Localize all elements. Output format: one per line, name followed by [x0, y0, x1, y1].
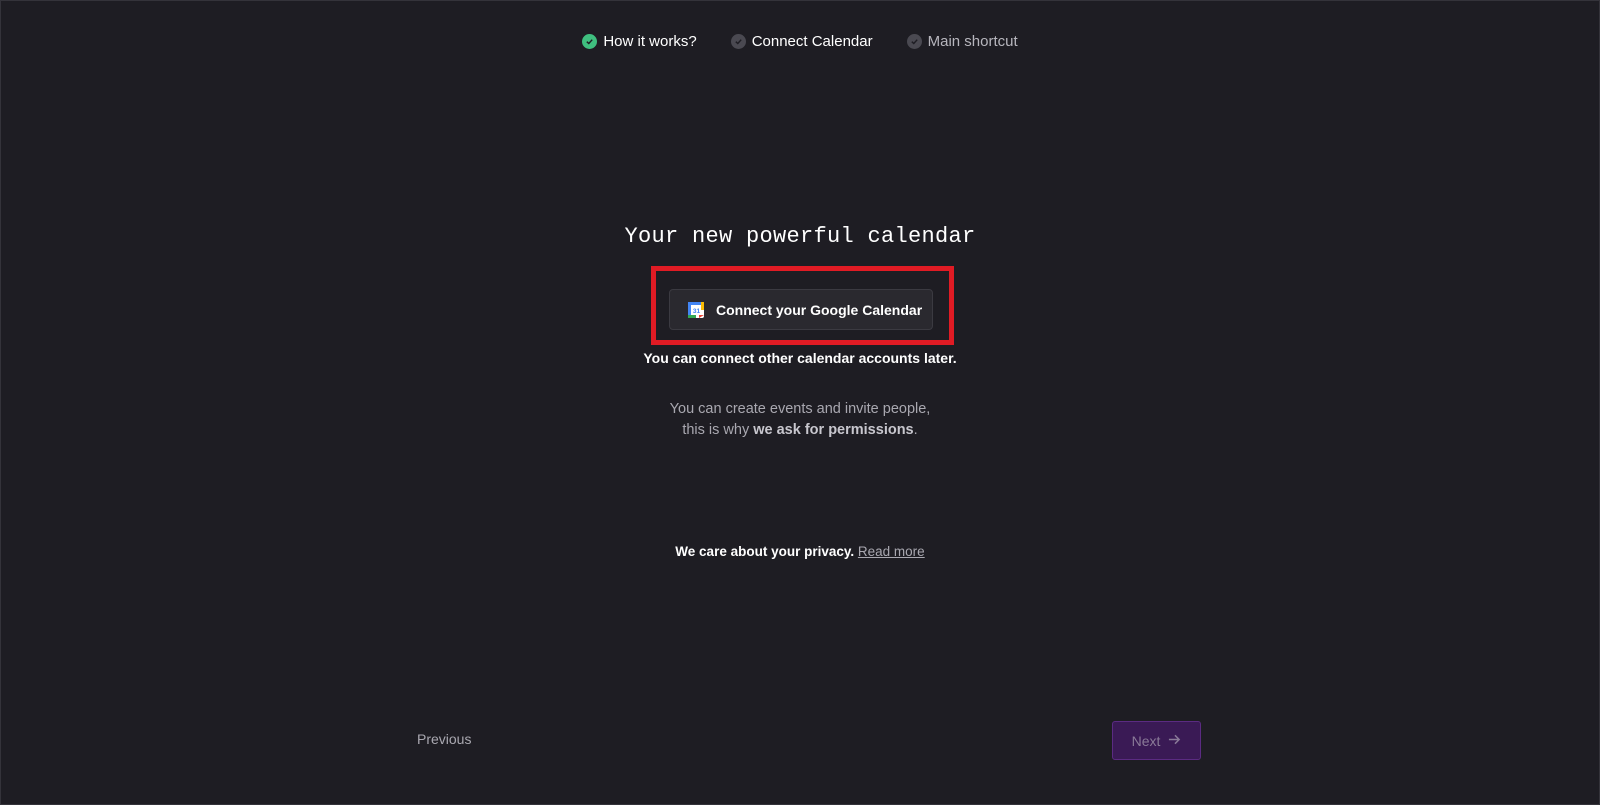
- google-calendar-icon: 31: [686, 300, 706, 320]
- privacy-notice: We care about your privacy. Read more: [1, 544, 1599, 559]
- check-circle-icon: [582, 34, 598, 49]
- check-circle-icon: [906, 34, 922, 49]
- onboarding-page: How it works? Connect Calendar Main shor…: [0, 0, 1600, 805]
- previous-button[interactable]: Previous: [417, 731, 471, 747]
- connect-button-label: Connect your Google Calendar: [716, 301, 923, 318]
- permission-line-2: this is why we ask for permissions.: [1, 420, 1599, 441]
- step-label: Main shortcut: [927, 33, 1018, 50]
- onboarding-stepper: How it works? Connect Calendar Main shor…: [1, 33, 1599, 50]
- connect-later-note: You can connect other calendar accounts …: [643, 350, 957, 366]
- svg-text:31: 31: [693, 308, 701, 315]
- next-label: Next: [1131, 732, 1161, 749]
- next-button[interactable]: Next: [1112, 721, 1201, 760]
- connect-google-calendar-button[interactable]: 31 Connect your Google Calendar: [669, 289, 933, 330]
- page-title: Your new powerful calendar: [624, 224, 976, 249]
- permission-explanation: You can create events and invite people,…: [1, 399, 1599, 441]
- permission-prefix: this is why: [682, 422, 754, 438]
- arrow-right-icon: [1168, 733, 1181, 749]
- permission-line-1: You can create events and invite people,: [669, 401, 931, 417]
- step-label: How it works?: [603, 33, 697, 50]
- step-main-shortcut[interactable]: Main shortcut: [906, 33, 1018, 50]
- read-more-link[interactable]: Read more: [858, 544, 925, 559]
- permission-emphasis: we ask for permissions: [753, 422, 914, 438]
- check-circle-icon: [730, 34, 746, 49]
- step-connect-calendar[interactable]: Connect Calendar: [730, 33, 873, 50]
- step-label: Connect Calendar: [751, 33, 873, 50]
- privacy-text: We care about your privacy.: [675, 544, 855, 559]
- permission-suffix: .: [913, 422, 918, 438]
- step-how-it-works[interactable]: How it works?: [582, 33, 697, 50]
